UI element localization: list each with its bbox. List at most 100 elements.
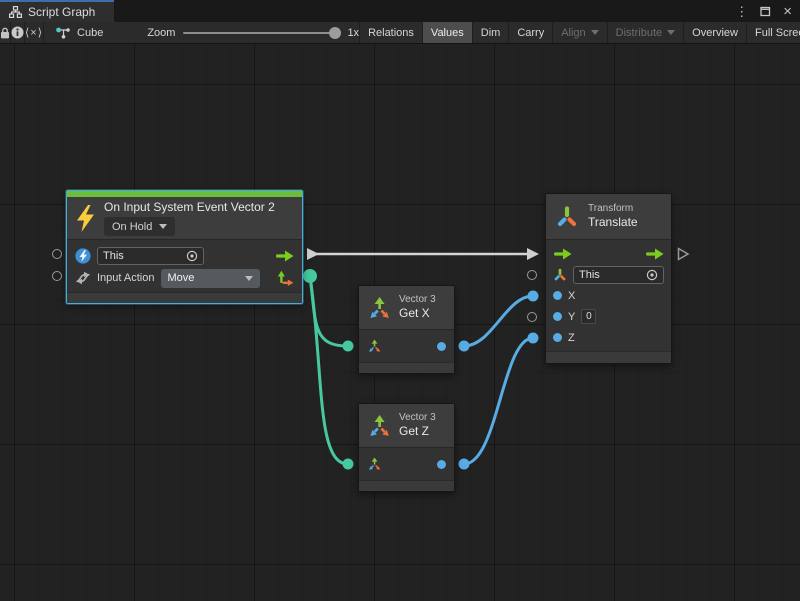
script-graph-icon <box>9 6 22 18</box>
fullscreen-label: Full Screen <box>755 27 800 39</box>
event-mode-value: On Hold <box>112 221 152 233</box>
graph-canvas[interactable]: On Input System Event Vector 2 On Hold T… <box>0 44 800 601</box>
node-vector3-get-x[interactable]: Vector 3 Get X <box>358 285 455 374</box>
x-port-label: X <box>568 290 575 302</box>
node-footer <box>546 351 671 363</box>
code-brackets-icon: ⟨×⟩ <box>25 26 43 39</box>
input-action-icon <box>75 271 91 285</box>
maximize-icon[interactable] <box>760 6 771 17</box>
port-row-this: This <box>553 264 664 285</box>
node-title: Get X <box>399 306 436 321</box>
distribute-label: Distribute <box>616 27 662 39</box>
node-footer <box>359 362 454 373</box>
port-ring-translate-this[interactable] <box>527 270 537 280</box>
vector2-output-icon[interactable] <box>277 270 294 286</box>
port-dot-getx-input[interactable] <box>343 341 354 352</box>
lock-button[interactable] <box>0 22 11 43</box>
chevron-down-icon <box>667 30 675 35</box>
port-dot-getz-input[interactable] <box>343 459 354 470</box>
z-port-label: Z <box>568 332 575 344</box>
values-label: Values <box>431 27 464 39</box>
port-dot-translate-z-input[interactable] <box>528 333 539 344</box>
relations-label: Relations <box>368 27 414 39</box>
tab-script-graph[interactable]: Script Graph <box>0 0 114 22</box>
breadcrumb[interactable]: Cube <box>44 22 113 43</box>
transform-mini-icon <box>553 268 567 282</box>
vector3-icon <box>367 296 392 320</box>
object-picker-icon[interactable] <box>186 250 198 262</box>
node-category: Transform <box>588 203 638 215</box>
zoom-slider[interactable] <box>183 32 339 34</box>
port-ring-event-input-action[interactable] <box>52 271 62 281</box>
port-row-y: Y 0 <box>553 306 664 327</box>
tab-label: Script Graph <box>28 5 95 19</box>
carry-label: Carry <box>517 27 544 39</box>
node-transform-translate[interactable]: Transform Translate <box>545 193 672 364</box>
flow-output-arrow-icon[interactable] <box>645 248 664 260</box>
align-dropdown[interactable]: Align <box>552 22 606 43</box>
flow-output-arrow-icon[interactable] <box>275 250 294 262</box>
value-port-dot[interactable] <box>553 312 562 321</box>
node-category: Vector 3 <box>399 412 436 424</box>
node-footer <box>359 480 454 491</box>
zoom-slider-handle[interactable] <box>329 27 341 39</box>
wire-flow-end-arrow <box>527 248 539 260</box>
zoom-label: Zoom <box>147 27 175 39</box>
translate-this-field[interactable]: This <box>573 266 664 284</box>
values-button[interactable]: Values <box>422 22 472 43</box>
input-action-value: Move <box>168 272 195 284</box>
input-action-dropdown[interactable]: Move <box>161 269 260 288</box>
graph-node-icon <box>56 27 71 39</box>
port-dot-getx-output[interactable] <box>459 341 470 352</box>
zoom-value: 1x <box>347 27 359 39</box>
event-mode-dropdown[interactable]: On Hold <box>104 217 175 236</box>
chevron-down-icon <box>245 276 253 281</box>
transform-icon <box>555 205 579 229</box>
lock-icon <box>0 27 10 39</box>
port-dot-translate-x-input[interactable] <box>528 291 539 302</box>
port-row-this: This <box>75 245 294 267</box>
toolbar-buttons: Relations Values Dim Carry Align Distrib… <box>359 22 800 43</box>
vector3-mini-icon[interactable] <box>367 339 382 353</box>
node-title: Translate <box>588 215 638 230</box>
flow-input-arrow-icon[interactable] <box>553 248 572 260</box>
node-title: On Input System Event Vector 2 <box>104 200 275 215</box>
close-icon[interactable]: × <box>783 4 792 19</box>
port-ring-event-this[interactable] <box>52 249 62 259</box>
lightning-icon <box>76 205 95 232</box>
kebab-menu-icon[interactable]: ⋮ <box>735 5 748 18</box>
value-port-dot[interactable] <box>553 291 562 300</box>
wire-getx-to-translate-x[interactable] <box>464 296 533 346</box>
wire-vector2-to-getz[interactable] <box>310 276 348 464</box>
node-on-input-system-event[interactable]: On Input System Event Vector 2 On Hold T… <box>66 190 303 304</box>
wire-getz-to-translate-z[interactable] <box>464 338 533 464</box>
node-vector3-get-z[interactable]: Vector 3 Get Z <box>358 403 455 492</box>
info-button[interactable] <box>11 22 25 43</box>
value-output-dot[interactable] <box>437 342 446 351</box>
value-port-dot[interactable] <box>553 333 562 342</box>
distribute-dropdown[interactable]: Distribute <box>607 22 683 43</box>
y-port-label: Y <box>568 311 575 323</box>
wire-flow-start-arrow <box>307 248 319 260</box>
overview-label: Overview <box>692 27 738 39</box>
value-output-dot[interactable] <box>437 460 446 469</box>
y-value-field[interactable]: 0 <box>581 309 596 324</box>
fullscreen-button[interactable]: Full Screen <box>746 22 800 43</box>
port-dot-getz-output[interactable] <box>459 459 470 470</box>
translate-this-value: This <box>579 269 600 281</box>
dim-button[interactable]: Dim <box>472 22 509 43</box>
flow-outlet-triangle[interactable] <box>677 247 690 261</box>
port-row-flow <box>553 243 664 264</box>
event-this-field[interactable]: This <box>97 247 204 265</box>
object-picker-icon[interactable] <box>646 269 658 281</box>
relations-button[interactable]: Relations <box>359 22 422 43</box>
port-row-input-action: Input Action Move <box>75 267 294 289</box>
code-preview-toggle[interactable]: ⟨×⟩ <box>25 22 44 43</box>
port-ring-translate-y[interactable] <box>527 312 537 322</box>
port-dot-vector2-output[interactable] <box>303 269 317 283</box>
port-row-x: X <box>553 285 664 306</box>
carry-button[interactable]: Carry <box>508 22 552 43</box>
overview-button[interactable]: Overview <box>683 22 746 43</box>
input-action-label: Input Action <box>97 272 155 284</box>
vector3-mini-icon[interactable] <box>367 457 382 471</box>
